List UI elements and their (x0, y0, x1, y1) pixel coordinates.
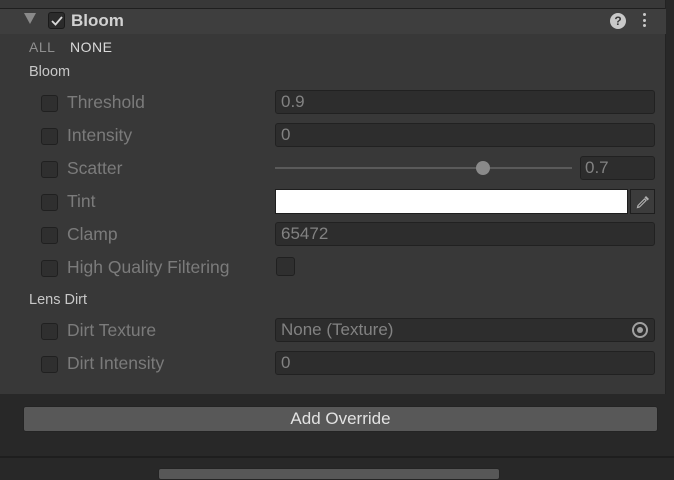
object-picker-icon[interactable] (632, 322, 648, 338)
tint-label: Tint (67, 191, 96, 211)
add-override-button[interactable]: Add Override (23, 406, 658, 432)
dirt-intensity-field[interactable]: 0 (275, 351, 655, 375)
clamp-label: Clamp (67, 224, 118, 244)
all-button[interactable]: ALL (29, 39, 55, 55)
threshold-field[interactable]: 0.9 (275, 90, 655, 114)
hq-filtering-toggle[interactable] (276, 257, 295, 276)
section-label-bloom: Bloom (29, 64, 71, 80)
section-label-lens-dirt: Lens Dirt (29, 292, 88, 308)
bloom-override-panel: Bloom ? ALL NONE Bloom Threshold 0.9 Int… (0, 0, 666, 394)
scatter-field[interactable]: 0.7 (580, 156, 655, 180)
eyedropper-icon (636, 196, 649, 209)
bottom-divider (0, 456, 674, 458)
threshold-label: Threshold (67, 92, 145, 112)
dirt-texture-label: Dirt Texture (67, 320, 157, 340)
hq-filtering-label: High Quality Filtering (67, 257, 230, 277)
intensity-override-checkbox[interactable] (41, 128, 58, 145)
intensity-label: Intensity (67, 125, 133, 145)
clamp-field[interactable]: 65472 (275, 222, 655, 246)
next-button-partial[interactable] (158, 468, 500, 480)
dirt-intensity-label: Dirt Intensity (67, 353, 165, 373)
component-title: Bloom (71, 11, 124, 30)
help-icon[interactable]: ? (610, 13, 626, 29)
tint-color-swatch[interactable] (275, 189, 628, 214)
clamp-override-checkbox[interactable] (41, 227, 58, 244)
threshold-override-checkbox[interactable] (41, 95, 58, 112)
scatter-slider-track[interactable] (275, 167, 572, 169)
enable-checkbox[interactable] (48, 12, 65, 29)
dirt-texture-field[interactable]: None (Texture) (275, 318, 655, 342)
checkmark-icon (51, 16, 63, 26)
intensity-field[interactable]: 0 (275, 123, 655, 147)
hq-filtering-override-checkbox[interactable] (41, 260, 58, 277)
none-button[interactable]: NONE (70, 39, 112, 55)
foldout-arrow-icon[interactable] (24, 13, 36, 24)
dirt-intensity-override-checkbox[interactable] (41, 356, 58, 373)
dirt-texture-override-checkbox[interactable] (41, 323, 58, 340)
eyedropper-button[interactable] (630, 189, 655, 214)
scatter-override-checkbox[interactable] (41, 161, 58, 178)
scatter-label: Scatter (67, 158, 123, 178)
scatter-slider-thumb[interactable] (475, 161, 490, 175)
component-header[interactable]: Bloom ? (0, 9, 666, 34)
more-options-icon[interactable] (640, 13, 648, 29)
tint-override-checkbox[interactable] (41, 194, 58, 211)
panel-right-border (665, 0, 666, 394)
